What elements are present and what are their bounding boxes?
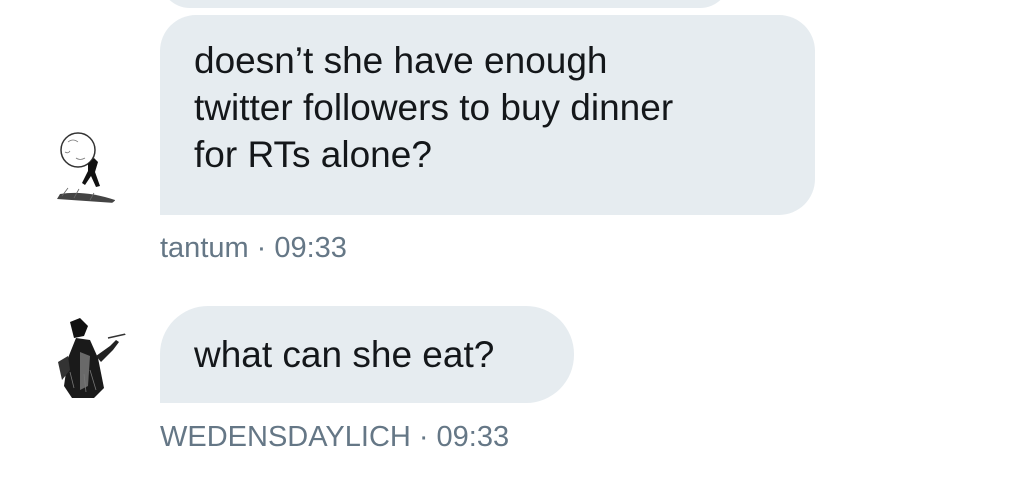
meta-separator: · [418, 421, 429, 453]
message-text-line: what can she eat? [194, 334, 495, 375]
sender-name[interactable]: tantum [160, 232, 249, 264]
message-text-line: doesn’t she have enough [194, 40, 608, 81]
sender-name[interactable]: WEDENSDAYLICH [160, 421, 411, 453]
meta-separator: · [256, 232, 267, 264]
message-meta: WEDENSDAYLICH · 09:33 [160, 420, 509, 454]
sisyphus-boulder-avatar-icon[interactable] [40, 122, 130, 212]
message-bubble[interactable]: what can she eat? [160, 306, 574, 403]
message-timestamp: 09:33 [274, 232, 347, 264]
message-timestamp: 09:33 [436, 421, 510, 453]
previous-message-bubble [160, 0, 730, 8]
message-meta: tantum · 09:33 [160, 231, 347, 265]
message-text-line: for RTs alone? [194, 134, 432, 175]
lich-wizard-avatar-icon[interactable] [40, 312, 132, 404]
message-text-line: twitter followers to buy dinner [194, 87, 674, 128]
message-bubble[interactable]: doesn’t she have enough twitter follower… [160, 15, 815, 215]
